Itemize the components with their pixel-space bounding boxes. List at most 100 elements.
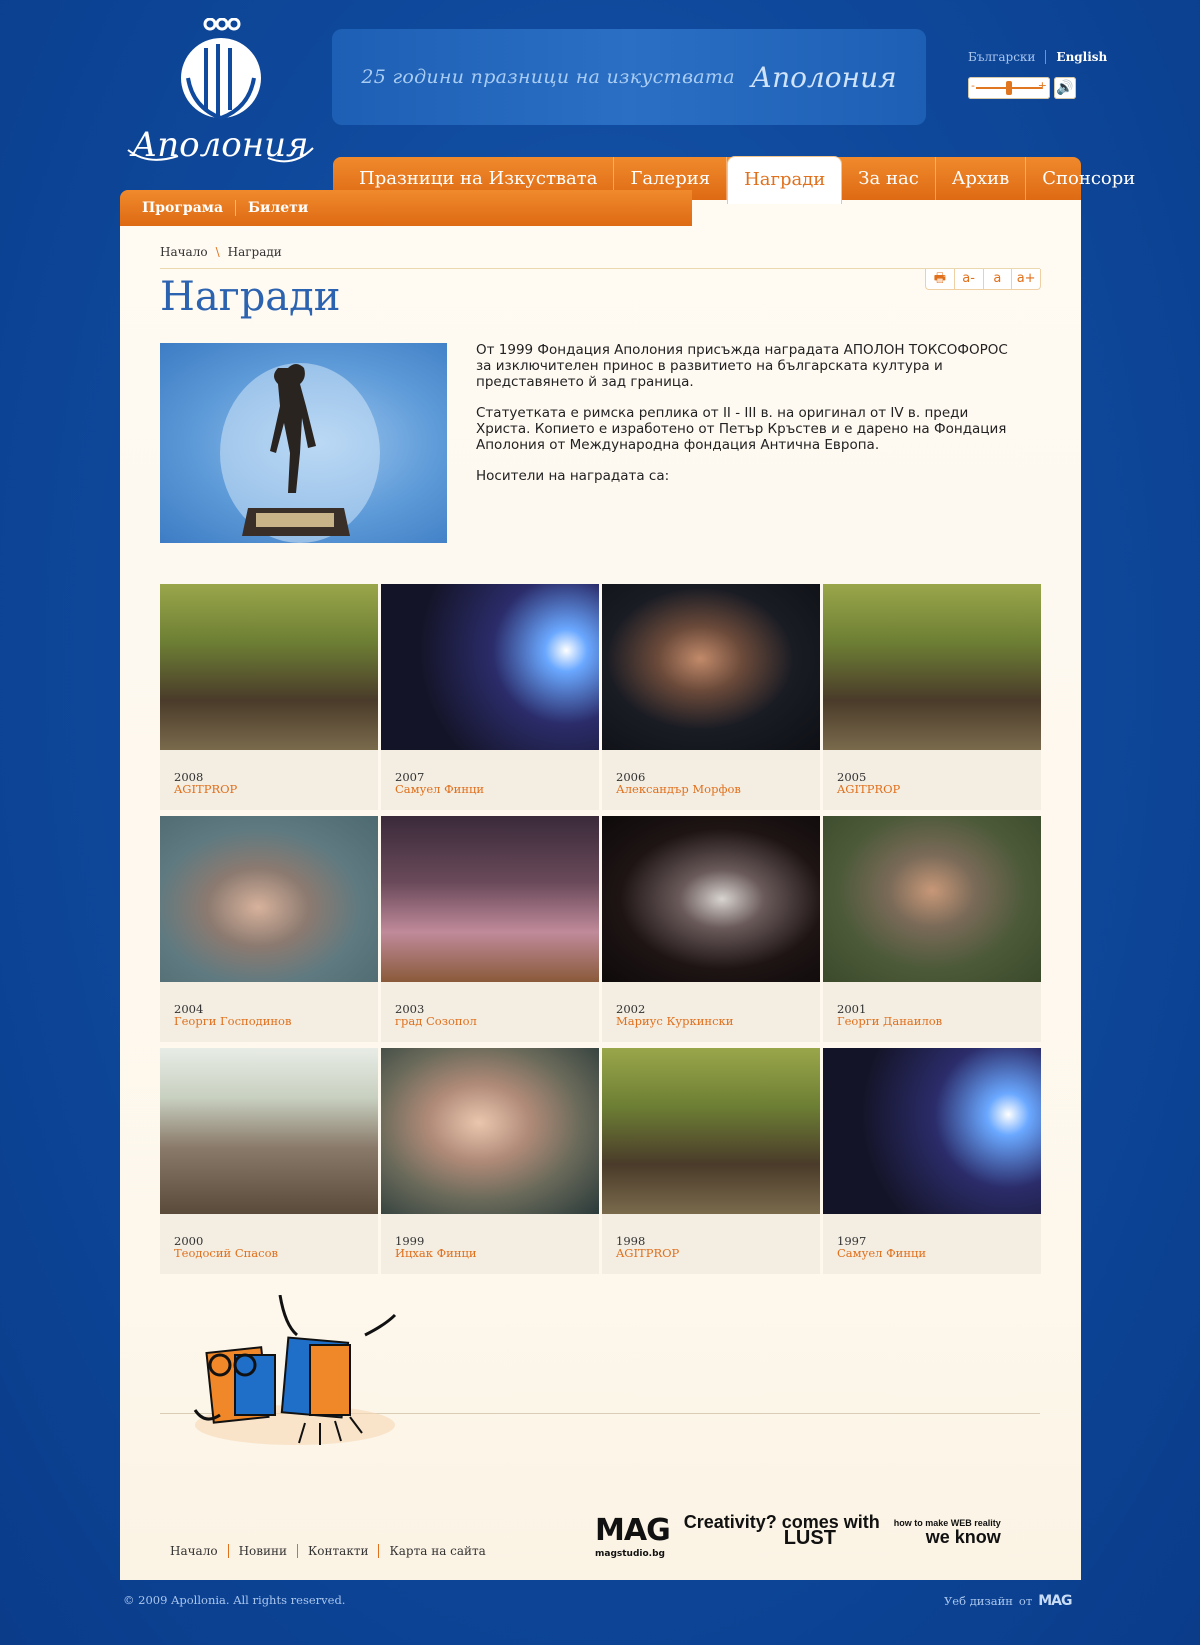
award-year: 2000 bbox=[174, 1234, 204, 1248]
banner-logo: Аполония bbox=[750, 60, 897, 94]
font-smaller-button[interactable]: a- bbox=[955, 269, 984, 289]
award-year: 1998 bbox=[616, 1234, 646, 1248]
design-label: Уеб дизайн bbox=[944, 1594, 1013, 1608]
award-year: 2007 bbox=[395, 770, 425, 784]
award-winner-link[interactable]: AGITPROP bbox=[160, 783, 378, 796]
footer-link-sitemap[interactable]: Карта на сайта bbox=[379, 1544, 495, 1558]
award-year: 2003 bbox=[395, 1002, 425, 1016]
anniversary-banner[interactable]: 25 години празници на изкуствата Аполони… bbox=[332, 29, 926, 125]
font-normal-button[interactable]: a bbox=[984, 269, 1013, 289]
award-winner-link[interactable]: AGITPROP bbox=[823, 783, 1041, 796]
award-card[interactable]: 1998 AGITPROP bbox=[602, 1048, 820, 1274]
award-year: 1999 bbox=[395, 1234, 425, 1248]
speaker-icon[interactable]: 🔊 bbox=[1054, 77, 1076, 99]
volume-knob[interactable] bbox=[1006, 81, 1012, 95]
award-card[interactable]: 2001 Георги Данаилов bbox=[823, 816, 1041, 1042]
award-photo[interactable] bbox=[381, 584, 599, 750]
statue-image bbox=[160, 343, 447, 543]
award-card[interactable]: 2005 AGITPROP bbox=[823, 584, 1041, 810]
award-card[interactable]: 2008 AGITPROP bbox=[160, 584, 378, 810]
award-card[interactable]: 2000 Теодосий Спасов bbox=[160, 1048, 378, 1274]
subnav-program[interactable]: Програма bbox=[142, 200, 237, 216]
award-winner-link[interactable]: Георги Господинов bbox=[160, 1015, 378, 1028]
subnav-tickets[interactable]: Билети bbox=[236, 200, 320, 216]
award-card[interactable]: 2003 град Созопол bbox=[381, 816, 599, 1042]
web-design-credit: Уеб дизайн от MAG bbox=[944, 1593, 1072, 1609]
award-year: 2006 bbox=[616, 770, 646, 784]
lang-english-link[interactable]: English bbox=[1056, 50, 1107, 64]
mascot-25-logo bbox=[185, 1294, 405, 1455]
magstudio-logo-text: MAG bbox=[595, 1512, 671, 1548]
lang-bulgarian-link[interactable]: Български bbox=[968, 50, 1047, 64]
we-know-text: we know bbox=[925, 1527, 1001, 1547]
award-photo[interactable] bbox=[602, 816, 820, 982]
award-winner-link[interactable]: Самуел Финци bbox=[381, 783, 599, 796]
creativity-lust-logo[interactable]: Creativity? comes with LUST bbox=[683, 1512, 880, 1549]
award-photo[interactable] bbox=[602, 584, 820, 750]
breadcrumb-separator: \ bbox=[215, 245, 220, 259]
award-winner-link[interactable]: град Созопол bbox=[381, 1015, 599, 1028]
volume-control: - + 🔊 bbox=[968, 77, 1076, 99]
award-winner-link[interactable]: AGITPROP bbox=[602, 1247, 820, 1260]
award-photo[interactable] bbox=[160, 584, 378, 750]
award-card[interactable]: 2004 Георги Господинов bbox=[160, 816, 378, 1042]
breadcrumb-current: Награди bbox=[227, 245, 282, 259]
volume-plus-icon: + bbox=[1037, 79, 1047, 92]
intro-paragraph-3: Носители на наградата са: bbox=[476, 468, 670, 484]
nav-awards[interactable]: Награди bbox=[727, 155, 843, 204]
award-photo[interactable] bbox=[602, 1048, 820, 1214]
award-photo[interactable] bbox=[160, 816, 378, 982]
footer-links: Начало Новини Контакти Карта на сайта bbox=[160, 1544, 496, 1558]
print-icon[interactable]: 🖶 bbox=[926, 269, 955, 289]
awards-grid: 2008 AGITPROP 2007 Самуел Финци 2006 Александ… bbox=[160, 584, 1042, 1274]
award-photo[interactable] bbox=[823, 816, 1041, 982]
font-larger-button[interactable]: a+ bbox=[1012, 269, 1040, 289]
magstudio-caption: magstudio.bg bbox=[595, 1548, 665, 1559]
footer-link-contacts[interactable]: Контакти bbox=[298, 1544, 380, 1558]
intro-paragraph-1: От 1999 Фондация Аполония присъжда награ… bbox=[476, 342, 1008, 390]
we-know-logo[interactable]: how to make WEB reality we know bbox=[894, 1516, 1001, 1547]
award-photo[interactable] bbox=[381, 816, 599, 982]
award-year: 2005 bbox=[837, 770, 867, 784]
copyright: © 2009 Apollonia. All rights reserved. bbox=[123, 1593, 346, 1607]
page-tools: 🖶 a- a a+ bbox=[925, 269, 1041, 290]
award-card[interactable]: 2002 Мариус Куркински bbox=[602, 816, 820, 1042]
breadcrumb: Начало \ Награди bbox=[160, 245, 282, 259]
footer-link-home[interactable]: Начало bbox=[160, 1544, 229, 1558]
award-winner-link[interactable]: Самуел Финци bbox=[823, 1247, 1041, 1260]
award-card[interactable]: 1997 Самуел Финци bbox=[823, 1048, 1041, 1274]
creativity-text: Creativity? comes with bbox=[683, 1512, 880, 1532]
intro-text: От 1999 Фондация Аполония присъжда награ… bbox=[476, 342, 1016, 499]
award-photo[interactable] bbox=[381, 1048, 599, 1214]
award-winner-link[interactable]: Теодосий Спасов bbox=[160, 1247, 378, 1260]
award-card[interactable]: 1999 Ицхак Финци bbox=[381, 1048, 599, 1274]
page-title: Награди bbox=[160, 274, 341, 320]
award-photo[interactable] bbox=[160, 1048, 378, 1214]
award-year: 1997 bbox=[837, 1234, 867, 1248]
award-card[interactable]: 2006 Александър Морфов bbox=[602, 584, 820, 810]
award-photo[interactable] bbox=[823, 1048, 1041, 1214]
award-year: 2002 bbox=[616, 1002, 646, 1016]
award-winner-link[interactable]: Ицхак Финци bbox=[381, 1247, 599, 1260]
language-switch: Български English bbox=[968, 50, 1107, 64]
lust-text: LUST bbox=[783, 1527, 836, 1549]
nav-archive[interactable]: Архив bbox=[936, 157, 1027, 200]
nav-sponsors[interactable]: Спонсори bbox=[1026, 157, 1151, 200]
nav-about[interactable]: За нас bbox=[842, 157, 936, 200]
divider bbox=[160, 268, 1040, 269]
award-photo[interactable] bbox=[823, 584, 1041, 750]
award-winner-link[interactable]: Александър Морфов bbox=[602, 783, 820, 796]
award-card[interactable]: 2007 Самуел Финци bbox=[381, 584, 599, 810]
designer-logo-link[interactable]: MAG bbox=[1038, 1593, 1072, 1609]
banner-text: 25 години празници на изкуствата bbox=[361, 66, 735, 88]
footer-link-news[interactable]: Новини bbox=[229, 1544, 299, 1558]
award-year: 2008 bbox=[174, 770, 204, 784]
magstudio-logo[interactable]: MAG magstudio.bg bbox=[595, 1512, 671, 1559]
award-winner-link[interactable]: Георги Данаилов bbox=[823, 1015, 1041, 1028]
breadcrumb-home[interactable]: Начало bbox=[160, 245, 208, 259]
volume-slider[interactable]: - + bbox=[968, 77, 1050, 99]
award-year: 2001 bbox=[837, 1002, 867, 1016]
award-winner-link[interactable]: Мариус Куркински bbox=[602, 1015, 820, 1028]
volume-minus-icon: - bbox=[971, 79, 975, 92]
apollonia-logo[interactable]: Аполония bbox=[118, 17, 323, 178]
